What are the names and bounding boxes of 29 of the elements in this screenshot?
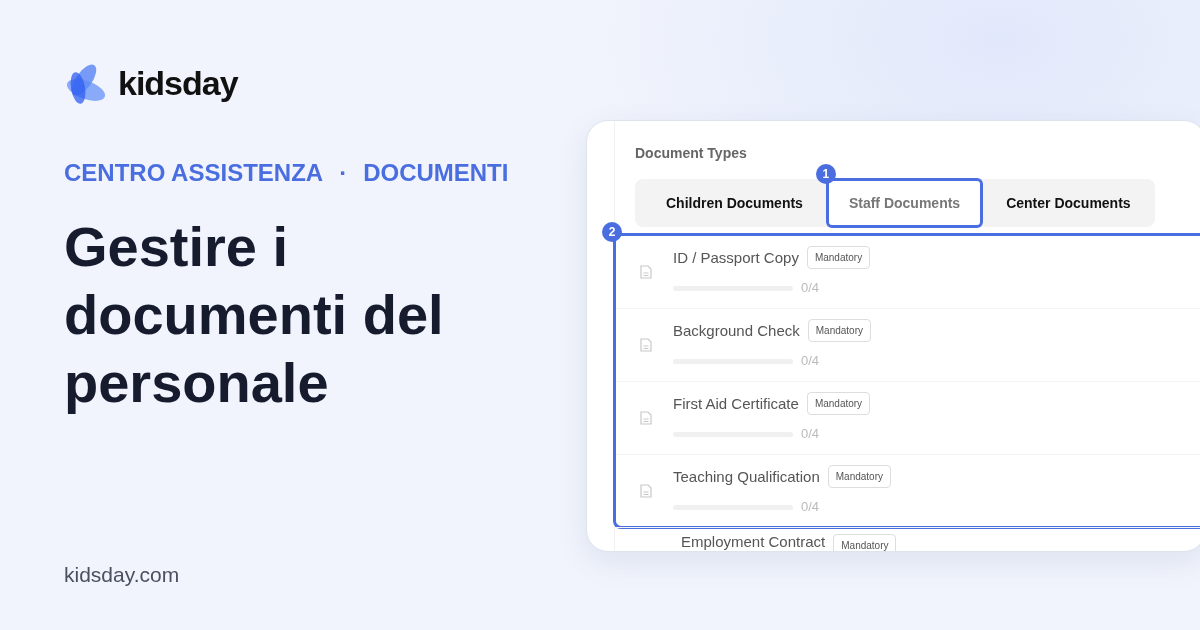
step-marker: 2 [602, 222, 622, 242]
progress-count: 0/4 [801, 498, 820, 517]
breadcrumb-item[interactable]: CENTRO ASSISTENZA [64, 155, 324, 191]
document-name: Background Check [673, 320, 800, 341]
document-icon [640, 265, 652, 279]
progress-count: 0/4 [801, 352, 820, 371]
brand-name: kidsday [118, 63, 238, 104]
mandatory-tag: Mandatory [807, 319, 871, 343]
step-marker: 1 [815, 164, 836, 184]
document-name: Teaching Qualification [673, 466, 820, 487]
breadcrumb-item[interactable]: DOCUMENTI [363, 155, 509, 191]
breadcrumb-separator: · [339, 158, 348, 188]
progress-count: 0/4 [801, 279, 820, 298]
mandatory-tag: Mandatory [806, 392, 871, 416]
tab[interactable]: Center Documents [983, 178, 1154, 228]
mandatory-tag: Mandatory [806, 246, 871, 270]
document-name: ID / Passport Copy [673, 247, 799, 268]
tab[interactable]: Staff Documents [825, 178, 984, 228]
document-name: First Aid Certificate [673, 393, 799, 414]
mandatory-tag: Mandatory [827, 465, 891, 489]
site-url: kidsday.com [64, 561, 181, 588]
mandatory-tag: Mandatory [833, 534, 897, 551]
document-icon [640, 484, 652, 498]
document-icon [640, 411, 652, 425]
progress-count: 0/4 [801, 425, 820, 444]
headline: Gestire i documenti del personale [64, 214, 445, 416]
document-icon [640, 338, 652, 352]
document-name: Employment Contract [681, 534, 826, 551]
section-title: Document Types [635, 144, 748, 163]
